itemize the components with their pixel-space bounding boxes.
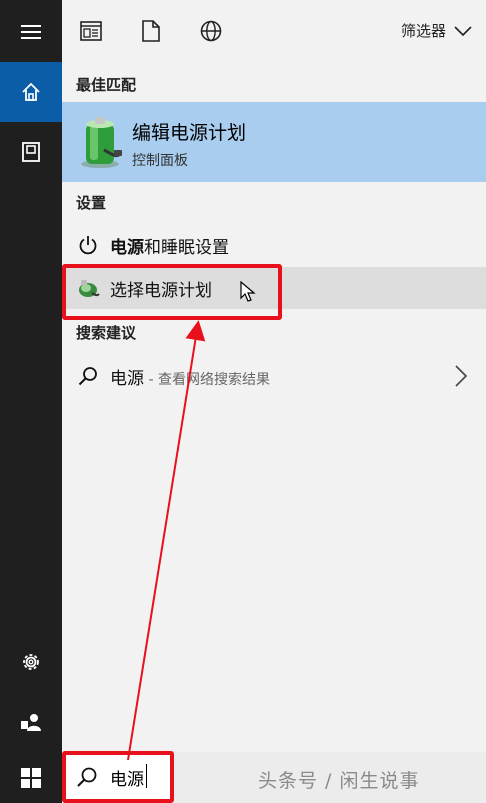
filter-dropdown[interactable]: 筛选器 xyxy=(401,20,472,41)
suggestion-term: 电源 xyxy=(110,368,144,389)
user-icon xyxy=(21,714,41,731)
apps-icon xyxy=(80,21,102,41)
settings-button[interactable] xyxy=(0,632,62,692)
home-button[interactable] xyxy=(0,62,62,122)
power-sleep-label: 电源和睡眠设置 xyxy=(110,233,229,258)
menu-button[interactable] xyxy=(0,2,62,62)
highlight-choose-power-plan xyxy=(62,264,282,320)
power-sleep-label-rest: 和睡眠设置 xyxy=(144,237,229,258)
best-match-subtitle: 控制面板 xyxy=(132,153,188,169)
suggestion-hint: - 查看网络搜索结果 xyxy=(144,371,270,388)
web-filter-button[interactable] xyxy=(198,18,224,44)
highlight-search-box xyxy=(62,751,174,803)
settings-gear-icon xyxy=(23,654,39,670)
suggestion-search-icon-wrap xyxy=(76,364,100,388)
user-button[interactable] xyxy=(0,692,62,752)
web-suggestion-item[interactable]: 电源 - 查看网络搜索结果 xyxy=(62,355,486,397)
hamburger-icon xyxy=(21,25,41,39)
document-icon xyxy=(22,142,40,162)
left-rail xyxy=(0,0,62,752)
power-plan-battery-icon xyxy=(81,117,122,168)
documents-button[interactable] xyxy=(0,122,62,182)
best-match-heading: 最佳匹配 xyxy=(76,76,137,94)
best-match-title: 编辑电源计划 xyxy=(132,122,247,144)
search-results-panel: 最佳匹配 编辑电源计划 控制面板 设置 电源和睡眠设置 选择电源计划 搜索建议 … xyxy=(62,64,486,752)
home-icon xyxy=(22,82,40,101)
best-match-result[interactable]: 编辑电源计划 控制面板 xyxy=(62,102,486,182)
search-icon xyxy=(78,367,97,386)
power-sleep-settings-item[interactable]: 电源和睡眠设置 xyxy=(62,224,486,266)
web-suggestion-text: 电源 - 查看网络搜索结果 xyxy=(110,364,270,389)
web-globe-icon xyxy=(200,20,222,42)
start-button[interactable] xyxy=(0,752,62,803)
chevron-right-icon xyxy=(455,365,468,387)
documents-icon xyxy=(142,20,160,42)
settings-heading: 设置 xyxy=(76,194,107,212)
power-icon xyxy=(79,236,97,255)
watermark: 头条号 / 闲生说事 xyxy=(258,770,420,792)
power-icon-wrap xyxy=(76,233,100,257)
search-suggestions-heading: 搜索建议 xyxy=(76,324,137,342)
search-toolbar: 筛选器 xyxy=(62,0,486,64)
apps-filter-button[interactable] xyxy=(78,18,104,44)
power-sleep-label-bold: 电源 xyxy=(110,237,144,258)
windows-logo-icon xyxy=(21,767,41,788)
filter-label: 筛选器 xyxy=(400,22,446,40)
chevron-down-icon xyxy=(454,25,472,36)
documents-filter-button[interactable] xyxy=(138,18,164,44)
